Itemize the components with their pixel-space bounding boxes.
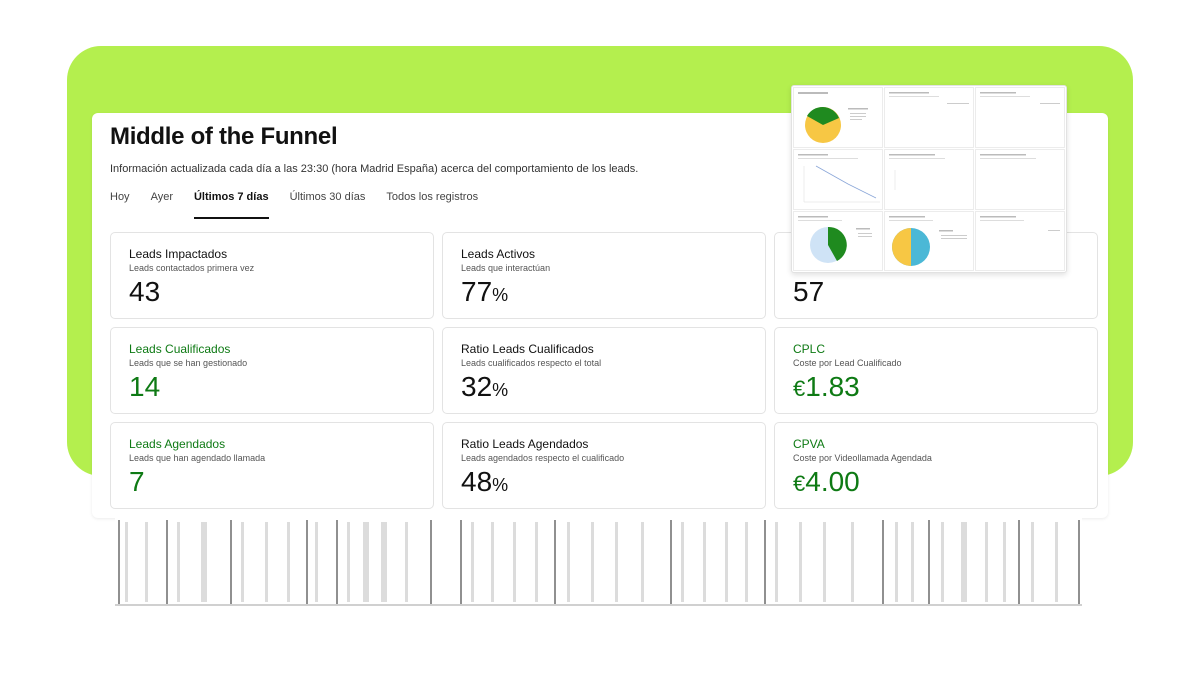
kpi-number: 77 (461, 276, 493, 307)
kpi-card-leads-cualificados: Leads Cualificados Leads que se han gest… (110, 327, 434, 414)
kpi-value: 48% (461, 466, 508, 501)
mini-panel-empty (975, 149, 1065, 210)
kpi-title: Ratio Leads Agendados (461, 437, 589, 451)
kpi-title: Leads Cualificados (129, 342, 231, 356)
illegible-table-grid (115, 520, 1082, 606)
mini-panel-line-chart (793, 149, 883, 210)
placeholder-lines (980, 216, 1060, 231)
pie-chart-icon (805, 106, 868, 143)
kpi-number: 57 (793, 276, 825, 307)
kpi-title: Leads Impactados (129, 247, 228, 261)
kpi-card-ratio-leads-cualificados: Ratio Leads Cualificados Leads cualifica… (442, 327, 766, 414)
pie-chart-icon (889, 216, 967, 266)
kpi-cards-grid: Leads Impactados Leads contactados prime… (110, 232, 1098, 509)
kpi-card-leads-agendados: Leads Agendados Leads que han agendado l… (110, 422, 434, 509)
kpi-value: 77% (461, 276, 508, 311)
mini-panel-empty (975, 87, 1065, 148)
mini-panel-empty (884, 87, 974, 148)
kpi-card-leads-activos: Leads Activos Leads que interactúan 77% (442, 232, 766, 319)
kpi-value: 32% (461, 371, 508, 406)
charts-dashboard-thumbnail (791, 85, 1067, 273)
mini-panel-pie-chart (793, 87, 883, 148)
tab-hoy[interactable]: Hoy (110, 191, 130, 219)
tab-todos-los-registros[interactable]: Todos los registros (386, 191, 478, 219)
kpi-title: CPLC (793, 342, 826, 356)
kpi-title: CPVA (793, 437, 825, 451)
pie-chart-icon (798, 216, 872, 263)
mini-panel-pie-chart (793, 211, 883, 271)
kpi-number: 1.83 (805, 371, 860, 402)
kpi-number: 43 (129, 276, 161, 307)
kpi-subtitle: Coste por Videollamada Agendada (793, 453, 932, 463)
kpi-value: €1.83 (793, 371, 860, 405)
line-chart-icon (798, 154, 880, 203)
raw-data-table-strip (115, 518, 1082, 606)
kpi-subtitle: Leads que se han gestionado (129, 358, 248, 368)
kpi-subtitle: Leads que han agendado llamada (129, 453, 266, 463)
kpi-value: 57 (793, 276, 824, 308)
kpi-card-ratio-leads-agendados: Ratio Leads Agendados Leads agendados re… (442, 422, 766, 509)
date-range-tabs: Hoy Ayer Últimos 7 días Últimos 30 días … (110, 191, 478, 219)
page-subtitle: Información actualizada cada día a las 2… (110, 163, 639, 175)
kpi-subtitle: Coste por Lead Cualificado (793, 358, 902, 368)
mini-panel-pie-chart (884, 211, 974, 271)
placeholder-lines (889, 154, 945, 190)
placeholder-lines (980, 92, 1060, 104)
kpi-unit: % (492, 285, 509, 305)
mini-panel-empty (884, 149, 974, 210)
tab-ultimos-7-dias[interactable]: Últimos 7 días (193, 191, 269, 219)
kpi-value: 43 (129, 276, 160, 308)
tab-ultimos-30-dias[interactable]: Últimos 30 días (290, 191, 366, 219)
kpi-subtitle: Leads contactados primera vez (129, 263, 255, 273)
placeholder-lines (980, 154, 1036, 159)
kpi-currency: € (793, 471, 806, 496)
kpi-number: 32 (461, 371, 493, 402)
kpi-number: 48 (461, 466, 493, 497)
kpi-currency: € (793, 376, 806, 401)
kpi-value: 14 (129, 371, 160, 403)
kpi-title: Leads Agendados (129, 437, 226, 451)
mini-panel-empty (975, 211, 1065, 271)
kpi-title: Leads Activos (461, 247, 536, 261)
kpi-value: €4.00 (793, 466, 860, 500)
kpi-subtitle: Leads cualificados respecto el total (461, 358, 602, 368)
kpi-subtitle: Leads agendados respecto el cualificado (461, 453, 625, 463)
tab-ayer[interactable]: Ayer (151, 191, 173, 219)
kpi-subtitle: Leads que interactúan (461, 263, 551, 273)
placeholder-lines (889, 92, 969, 104)
kpi-number: 4.00 (805, 466, 860, 497)
kpi-card-cplc: CPLC Coste por Lead Cualificado €1.83 (774, 327, 1098, 414)
kpi-unit: % (492, 380, 509, 400)
kpi-number: 7 (129, 466, 145, 497)
kpi-card-leads-impactados: Leads Impactados Leads contactados prime… (110, 232, 434, 319)
kpi-value: 7 (129, 466, 145, 498)
page-title: Middle of the Funnel (110, 123, 338, 150)
kpi-number: 14 (129, 371, 161, 402)
kpi-card-cpva: CPVA Coste por Videollamada Agendada €4.… (774, 422, 1098, 509)
kpi-title: Ratio Leads Cualificados (461, 342, 594, 356)
kpi-unit: % (492, 475, 509, 495)
